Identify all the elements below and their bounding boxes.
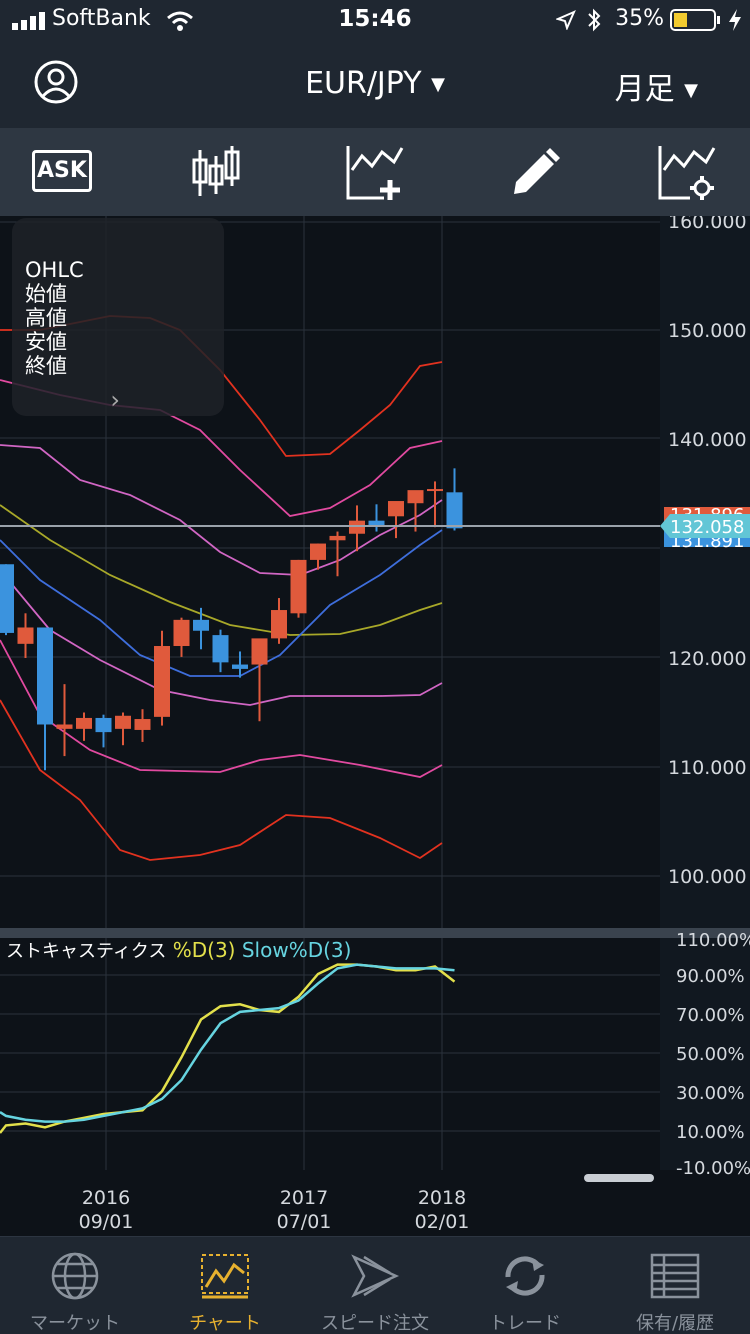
candle-body (193, 619, 209, 631)
time-axis: 201609/01 201707/01 201802/01 (79, 1187, 470, 1233)
price-tick-label: 160.000 (668, 216, 747, 233)
time-axis-date: 07/01 (277, 1211, 332, 1233)
candle-body (446, 492, 463, 529)
candle-body (349, 520, 365, 534)
ohlc-panel[interactable]: OHLC 始値 高値 安値 終値 › (12, 218, 224, 416)
bluetooth-icon (588, 8, 601, 32)
time-axis-year: 2016 (82, 1187, 130, 1209)
tab-speed-order-label: スピード注文 (321, 1313, 429, 1334)
chart-icon (201, 1254, 249, 1299)
candle-body (310, 543, 326, 560)
scroll-indicator[interactable] (584, 1174, 654, 1182)
ohlc-title: OHLC (25, 258, 84, 282)
bollinger-lower-3 (0, 699, 443, 861)
chevron-down-icon: ▼ (431, 74, 445, 95)
chart-toolbar: ASK (0, 128, 750, 216)
time-axis-year: 2017 (280, 1187, 328, 1209)
current-price-label: 132.058 (670, 517, 744, 538)
period-label: 月足 (614, 72, 675, 107)
candle-body (173, 619, 190, 647)
stoch-tick-label: 110.00% (676, 930, 750, 951)
stoch-d-line (0, 963, 456, 1134)
candle-body (271, 610, 287, 639)
ohlc-close-label: 終値 (25, 354, 67, 378)
speed-icon (351, 1254, 400, 1298)
candle-body (388, 501, 404, 517)
candle-body (95, 717, 112, 733)
trade-icon (505, 1256, 545, 1296)
globe-icon (51, 1252, 99, 1300)
status-bar: SoftBank 15:46 35% (0, 0, 750, 40)
candle-body (212, 635, 229, 663)
drawing-pencil-icon[interactable] (504, 142, 564, 202)
candle-body (134, 719, 151, 730)
time-axis-year: 2018 (418, 1187, 466, 1209)
tab-speed-order[interactable]: スピード注文 (300, 1237, 450, 1334)
candle-body (407, 490, 424, 504)
ask-bid-toggle-button[interactable]: ASK (32, 150, 92, 192)
candle-body (368, 520, 385, 526)
location-icon (556, 10, 576, 30)
ohlc-high-label: 高値 (25, 306, 67, 330)
candle-body (232, 664, 248, 669)
tab-chart[interactable]: チャート (150, 1237, 300, 1334)
price-tick-label: 100.000 (668, 866, 747, 888)
stoch-tick-label: 10.00% (676, 1122, 745, 1143)
app-header: EUR/JPY ▼ 月足 ▼ (0, 40, 750, 128)
candle-body (290, 559, 307, 614)
tab-trade[interactable]: トレード (450, 1237, 600, 1334)
tab-market-label: マーケット (30, 1313, 120, 1334)
price-tick-label: 140.000 (668, 429, 747, 451)
tab-history[interactable]: 保有/履歴 (600, 1237, 750, 1334)
stoch-tick-label: 90.00% (676, 966, 745, 987)
stoch-tick-label: 50.00% (676, 1044, 745, 1065)
candle-body (37, 627, 53, 725)
tab-history-label: 保有/履歴 (635, 1313, 715, 1334)
ask-label: ASK (37, 158, 87, 183)
chevron-down-icon: ▼ (684, 80, 698, 101)
indicator-settings-icon[interactable] (656, 142, 716, 202)
stoch-tick-label: 70.00% (676, 1005, 745, 1026)
time-axis-date: 09/01 (79, 1211, 134, 1233)
time-axis-date: 02/01 (415, 1211, 470, 1233)
stoch-tick-label: 30.00% (676, 1083, 745, 1104)
stoch-tick-label: -10.00% (676, 1158, 750, 1179)
candle-body (115, 715, 131, 729)
stoch-slow-line (0, 963, 455, 1123)
bottom-tab-bar: マーケット チャート スピード注文 トレード 保有/履歴 (0, 1236, 750, 1334)
candle-body (427, 489, 443, 492)
stoch-d-label: %D(3) (172, 938, 236, 962)
battery-percent: 35% (615, 6, 664, 31)
candle-body (76, 717, 92, 729)
stoch-slow-label: Slow%D(3) (241, 938, 352, 962)
currency-pair-label: EUR/JPY (305, 66, 422, 101)
candle-body (17, 627, 34, 644)
candle-body (251, 638, 268, 665)
ohlc-open-label: 始値 (25, 282, 67, 306)
tab-trade-label: トレード (489, 1313, 561, 1334)
chevron-right-icon[interactable]: › (110, 386, 120, 414)
battery-icon (670, 9, 720, 31)
period-selector[interactable]: 月足 ▼ (615, 64, 698, 108)
price-tick-label: 150.000 (668, 320, 747, 342)
charging-icon (729, 9, 741, 31)
price-tick-label: 120.000 (668, 648, 747, 670)
tab-market[interactable]: マーケット (0, 1237, 150, 1334)
stoch-legend: ストキャスティクス %D(3) Slow%D(3) (6, 937, 351, 963)
history-icon (650, 1253, 700, 1299)
candle-body (154, 646, 170, 717)
add-indicator-icon[interactable] (344, 142, 404, 202)
stoch-axis-ticks: 110.00% 90.00% 70.00% 50.00% 30.00% 10.00% -10… (676, 930, 750, 1179)
candle-body (56, 724, 73, 729)
candlestick-icon[interactable] (186, 142, 246, 202)
candle-body (0, 564, 14, 633)
stoch-title: ストキャスティクス (6, 941, 167, 962)
ohlc-low-label: 安値 (25, 330, 67, 354)
candle-body (329, 535, 346, 541)
tab-chart-label: チャート (189, 1313, 261, 1334)
price-tick-label: 110.000 (668, 757, 747, 779)
